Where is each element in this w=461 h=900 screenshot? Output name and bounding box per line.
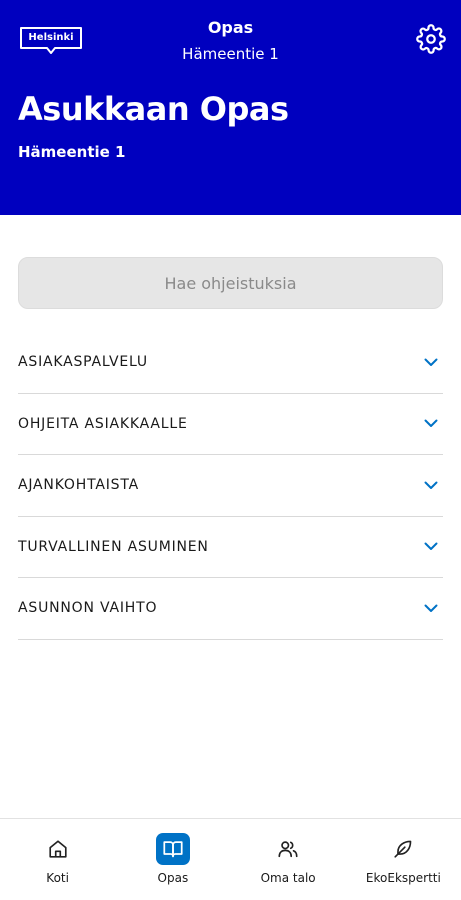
section-label: ASIAKASPALVELU xyxy=(18,354,148,371)
nav-oma-talo[interactable]: Oma talo xyxy=(231,819,346,900)
chevron-down-icon xyxy=(423,416,439,432)
chevron-down-icon xyxy=(423,354,439,370)
nav-koti[interactable]: Koti xyxy=(0,819,115,900)
book-icon xyxy=(155,833,190,865)
header-wave-divider xyxy=(0,196,461,212)
hero-subtitle: Hämeentie 1 xyxy=(18,143,126,161)
nav-opas[interactable]: Opas xyxy=(115,819,230,900)
search-input[interactable] xyxy=(18,257,443,309)
chevron-down-icon xyxy=(423,477,439,493)
nav-ekoekspertti[interactable]: EkoEkspertti xyxy=(346,819,461,900)
section-label: TURVALLINEN ASUMINEN xyxy=(18,538,209,555)
nav-label: EkoEkspertti xyxy=(365,871,441,885)
guide-sections: ASIAKASPALVELU OHJEITA ASIAKKAALLE AJANK… xyxy=(18,332,443,640)
bottom-navigation: Koti Opas Oma talo EkoEkspertti xyxy=(0,818,461,900)
chevron-down-icon xyxy=(423,600,439,616)
leaf-icon xyxy=(386,833,420,865)
page-title: Opas xyxy=(207,18,254,37)
gear-icon xyxy=(416,24,446,54)
nav-label: Koti xyxy=(46,871,69,885)
chevron-down-icon xyxy=(423,539,439,555)
home-icon xyxy=(41,833,75,865)
section-label: AJANKOHTAISTA xyxy=(18,477,139,494)
users-icon xyxy=(271,833,305,865)
nav-label: Oma talo xyxy=(260,871,316,885)
hero-title: Asukkaan Opas xyxy=(18,90,289,128)
section-label: OHJEITA ASIAKKAALLE xyxy=(18,415,188,432)
app-header: Helsinki Opas Hämeentie 1 Asukkaan Opas … xyxy=(0,0,461,215)
nav-label: Opas xyxy=(157,871,189,885)
section-ohjeita-asiakkaalle[interactable]: OHJEITA ASIAKKAALLE xyxy=(18,394,443,455)
section-asunnon-vaihto[interactable]: ASUNNON VAIHTO xyxy=(18,578,443,640)
section-turvallinen-asuminen[interactable]: TURVALLINEN ASUMINEN xyxy=(18,517,443,578)
section-ajankohtaista[interactable]: AJANKOHTAISTA xyxy=(18,455,443,517)
section-label: ASUNNON VAIHTO xyxy=(18,600,158,617)
section-asiakaspalvelu[interactable]: ASIAKASPALVELU xyxy=(18,332,443,394)
page-subtitle: Hämeentie 1 xyxy=(182,45,279,63)
settings-button[interactable] xyxy=(414,22,448,56)
